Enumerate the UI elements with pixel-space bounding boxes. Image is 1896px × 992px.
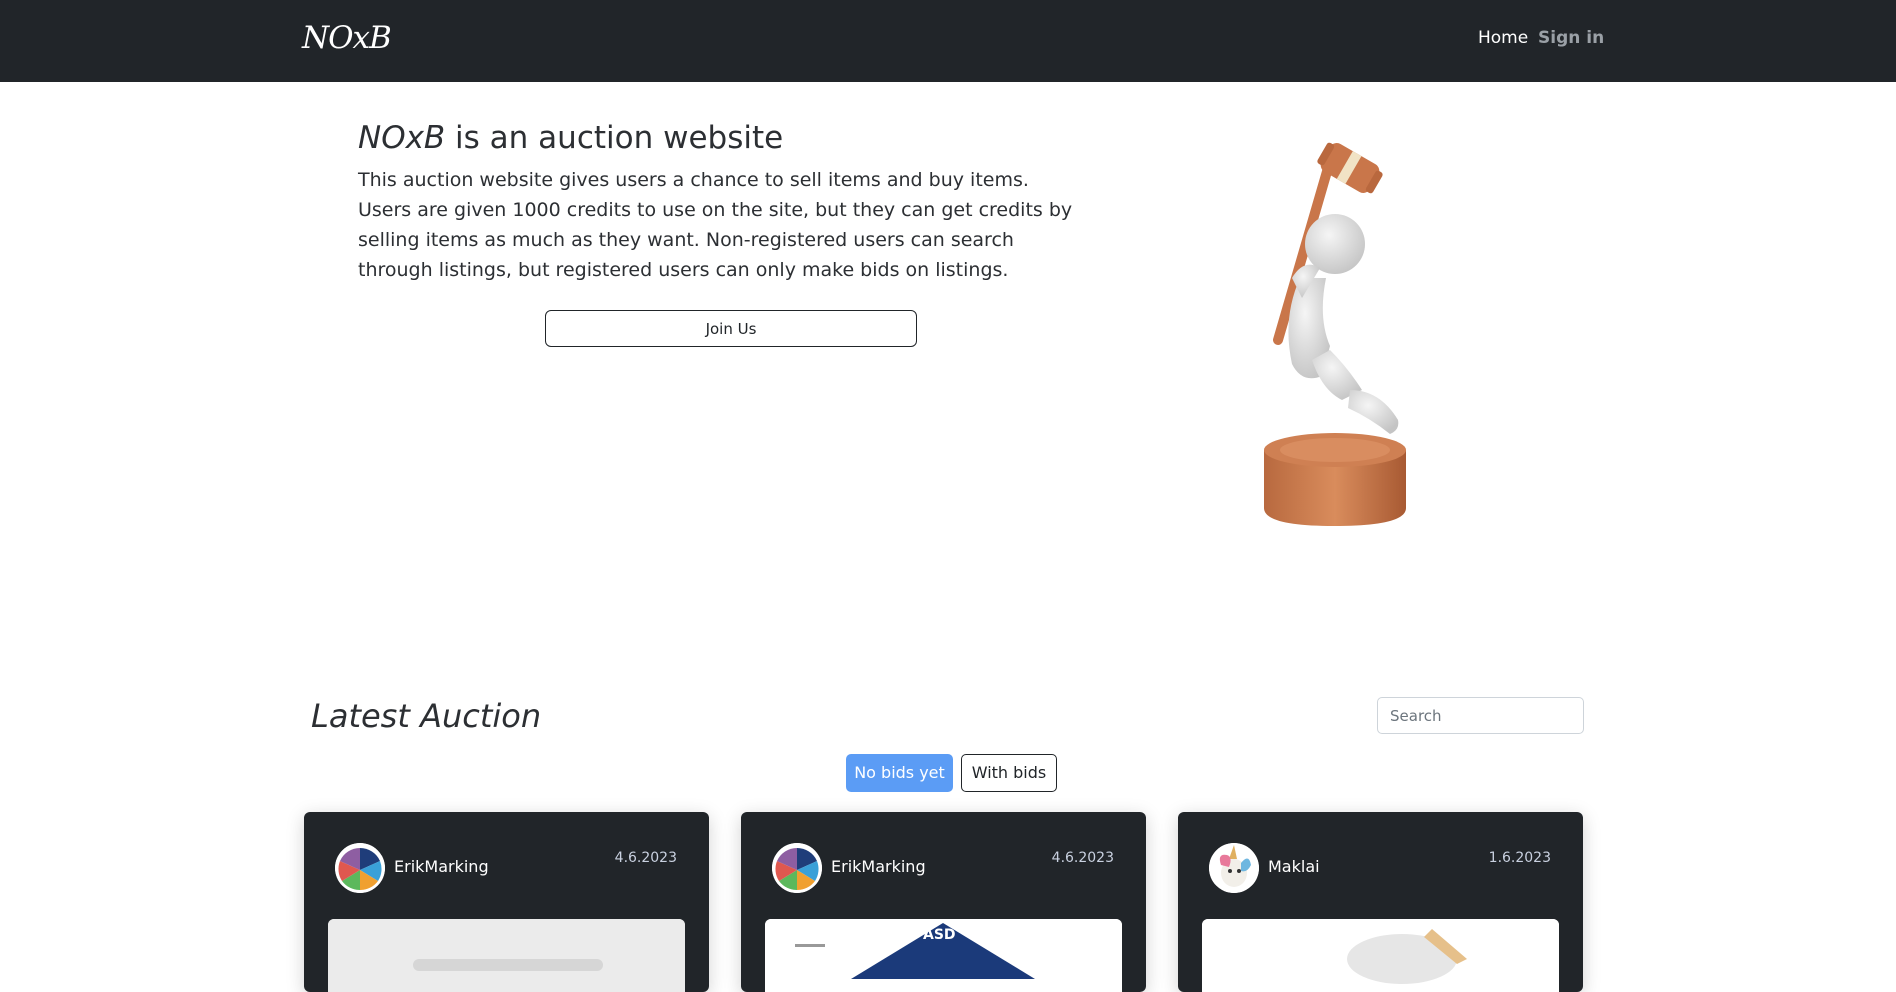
seller-name[interactable]: ErikMarking — [394, 857, 489, 876]
auction-card[interactable]: ErikMarking 4.6.2023 — [304, 812, 709, 992]
listing-date: 4.6.2023 — [614, 850, 677, 866]
listing-thumbnail[interactable]: ASD — [765, 919, 1122, 992]
nav-signin-link[interactable]: Sign in — [1538, 28, 1604, 48]
auction-card[interactable]: ErikMarking 4.6.2023 ASD — [741, 812, 1146, 992]
listing-thumbnail[interactable] — [1202, 919, 1559, 992]
seller-name[interactable]: Maklai — [1268, 857, 1320, 876]
auction-gavel-illustration — [1230, 128, 1460, 538]
no-bids-yet-filter-button[interactable]: No bids yet — [846, 754, 953, 792]
seller-avatar — [335, 843, 385, 893]
nav-home-link[interactable]: Home — [1478, 28, 1528, 48]
navbar: NOxB Home Sign in — [0, 0, 1896, 82]
hero-title: NOxB is an auction website — [358, 120, 783, 156]
join-us-button[interactable]: Join Us — [545, 310, 917, 347]
auction-card[interactable]: Maklai 1.6.2023 — [1178, 812, 1583, 992]
seller-avatar — [1209, 843, 1259, 893]
hero-title-brand: NOxB — [358, 120, 446, 156]
hero-title-rest: is an auction website — [445, 120, 784, 156]
thumbnail-text: ASD — [923, 927, 956, 943]
listing-date: 4.6.2023 — [1051, 850, 1114, 866]
brand-logo[interactable]: NOxB — [302, 20, 392, 56]
search-input[interactable] — [1377, 697, 1584, 734]
seller-name[interactable]: ErikMarking — [831, 857, 926, 876]
listing-date: 1.6.2023 — [1488, 850, 1551, 866]
hero-description: This auction website gives users a chanc… — [358, 169, 1073, 281]
seller-avatar — [772, 843, 822, 893]
latest-auction-heading: Latest Auction — [311, 697, 542, 735]
with-bids-filter-button[interactable]: With bids — [961, 754, 1057, 792]
listing-thumbnail[interactable] — [328, 919, 685, 992]
